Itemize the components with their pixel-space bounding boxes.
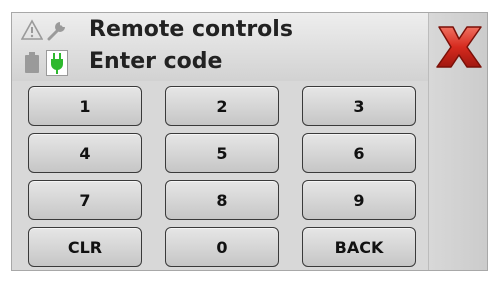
remote-controls-screen: Remote controls Enter code 1 2 3 4 5 6 7 [11,12,488,271]
close-x-icon [436,26,482,68]
screen-title: Remote controls [89,17,293,42]
key-2[interactable]: 2 [165,86,279,126]
screen-subtitle: Enter code [89,49,223,74]
key-4[interactable]: 4 [28,133,142,173]
warning-icon [20,19,44,43]
key-9[interactable]: 9 [302,180,416,220]
key-7[interactable]: 7 [28,180,142,220]
keypad: 1 2 3 4 5 6 7 8 9 CLR 0 BACK [12,81,428,270]
close-button[interactable] [431,21,487,73]
key-5[interactable]: 5 [165,133,279,173]
battery-icon [23,51,43,75]
close-panel [428,13,487,270]
header-bar: Remote controls Enter code [12,13,428,82]
key-0[interactable]: 0 [165,227,279,267]
key-6[interactable]: 6 [302,133,416,173]
key-1[interactable]: 1 [28,86,142,126]
clear-button[interactable]: CLR [28,227,142,267]
key-3[interactable]: 3 [302,86,416,126]
back-button[interactable]: BACK [302,227,416,267]
key-8[interactable]: 8 [165,180,279,220]
power-plug-icon [46,50,68,76]
wrench-icon [46,19,66,43]
